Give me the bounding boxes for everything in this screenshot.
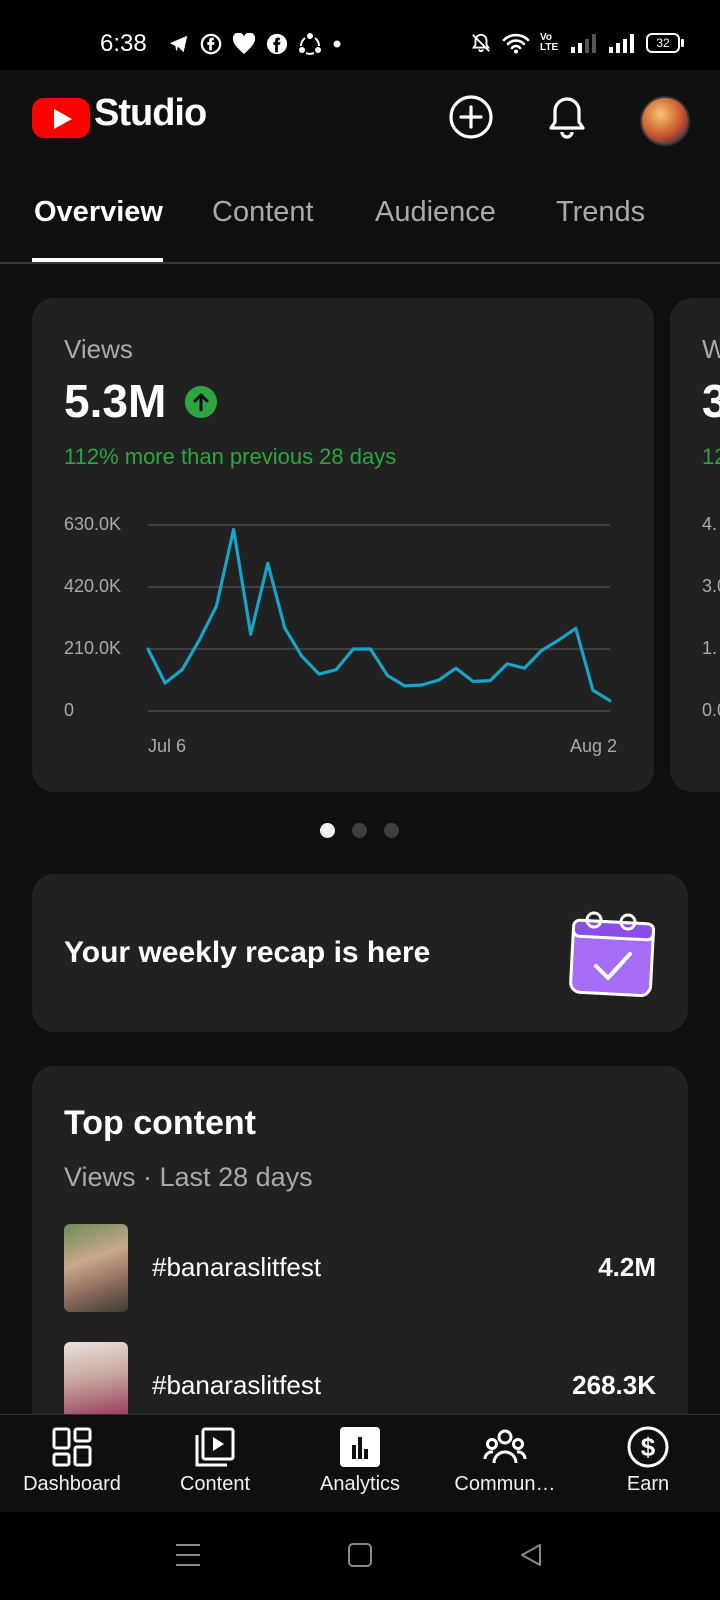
carousel-dot[interactable] xyxy=(384,823,399,838)
menu-icon[interactable] xyxy=(174,1542,202,1568)
content-icon xyxy=(195,1427,235,1467)
heart-badge-icon xyxy=(232,33,256,54)
signal-icon xyxy=(571,34,596,53)
carousel-indicator xyxy=(0,823,720,843)
y-tick-label: 0.0 xyxy=(702,700,720,720)
active-tab-indicator xyxy=(32,258,163,262)
volte-label: Vo LTE xyxy=(540,32,559,53)
home-icon[interactable] xyxy=(347,1542,373,1568)
nav-label: Commun… xyxy=(454,1473,556,1495)
back-icon[interactable] xyxy=(518,1542,544,1568)
views-line-chart[interactable] xyxy=(32,298,654,792)
signal-icon xyxy=(609,34,634,53)
mute-icon xyxy=(471,33,491,53)
nav-dashboard[interactable]: Dashboard xyxy=(2,1425,142,1496)
x-tick-label: Jul 6 xyxy=(148,736,187,756)
video-title: #banaraslitfest xyxy=(152,1370,322,1400)
youtube-play-icon xyxy=(32,98,90,138)
analytics-icon xyxy=(340,1427,380,1467)
next-card-label: W xyxy=(702,334,720,364)
y-tick-label: 1. xyxy=(702,638,718,658)
tab-overview[interactable]: Overview xyxy=(34,196,163,229)
status-time: 6:38 xyxy=(100,30,147,57)
video-views: 4.2M xyxy=(598,1252,656,1282)
y-tick-label: 4. xyxy=(702,514,718,534)
recap-text: Your weekly recap is here xyxy=(64,936,431,969)
video-thumbnail xyxy=(64,1224,128,1312)
more-notifications-dot-icon xyxy=(333,40,341,48)
nav-label: Content xyxy=(179,1473,251,1495)
community-icon xyxy=(483,1429,527,1464)
top-content-title: Top content xyxy=(64,1104,256,1142)
system-navigation-bar xyxy=(0,1512,720,1600)
tab-trends[interactable]: Trends xyxy=(556,196,645,229)
views-card[interactable]: Views 5.3M 112% more than previous 28 da… xyxy=(32,298,654,792)
facebook-icon xyxy=(200,33,222,55)
status-bar: 6:38 Vo LTE 32 xyxy=(0,0,720,70)
facebook-icon xyxy=(266,33,288,55)
system-status-icons: Vo LTE 32 xyxy=(470,32,684,54)
nav-content[interactable]: Content xyxy=(145,1425,285,1496)
telegram-icon xyxy=(169,35,188,53)
bottom-navigation: Dashboard Content Analytics Commun… $ Ea… xyxy=(0,1414,720,1513)
calendar-check-icon xyxy=(569,911,656,998)
share-it-icon xyxy=(299,33,321,55)
earn-icon: $ xyxy=(627,1426,669,1468)
avatar[interactable] xyxy=(640,96,690,146)
x-tick-label: Aug 2 xyxy=(570,736,618,756)
views-series-line xyxy=(146,527,612,703)
y-tick-label: 3.0 xyxy=(702,576,720,596)
nav-label: Dashboard xyxy=(23,1473,121,1495)
top-content-subtitle: Views · Last 28 days xyxy=(64,1162,313,1192)
video-views: 268.3K xyxy=(572,1370,656,1400)
bell-icon[interactable] xyxy=(542,92,592,142)
nav-label: Earn xyxy=(626,1473,670,1495)
add-circle-icon[interactable] xyxy=(446,92,496,142)
carousel-dot[interactable] xyxy=(320,823,335,838)
carousel-dot[interactable] xyxy=(352,823,367,838)
list-item[interactable]: #banaraslitfest 4.2M xyxy=(64,1224,656,1312)
tab-content[interactable]: Content xyxy=(212,196,314,229)
tab-bar: Overview Content Audience Trends xyxy=(0,180,720,264)
wifi-icon xyxy=(502,33,530,54)
notification-icons xyxy=(168,32,342,56)
nav-community[interactable]: Commun… xyxy=(435,1425,575,1496)
nav-analytics[interactable]: Analytics xyxy=(290,1425,430,1496)
video-title: #banaraslitfest xyxy=(152,1252,322,1282)
weekly-recap-card[interactable]: Your weekly recap is here xyxy=(32,874,688,1032)
next-metric-card[interactable]: W 3 12 4. 3.0 1. 0.0 xyxy=(670,298,720,792)
dashboard-icon xyxy=(52,1427,92,1467)
nav-earn[interactable]: $ Earn xyxy=(578,1425,718,1496)
next-card-value: 3 xyxy=(702,375,720,427)
logo-text: Studio xyxy=(94,92,207,134)
tab-audience[interactable]: Audience xyxy=(375,196,496,229)
app-header: Studio xyxy=(0,70,720,170)
nav-label: Analytics xyxy=(319,1473,401,1495)
svg-text:$: $ xyxy=(641,1432,656,1462)
next-card-delta: 12 xyxy=(702,444,720,469)
battery-indicator: 32 xyxy=(646,33,684,53)
